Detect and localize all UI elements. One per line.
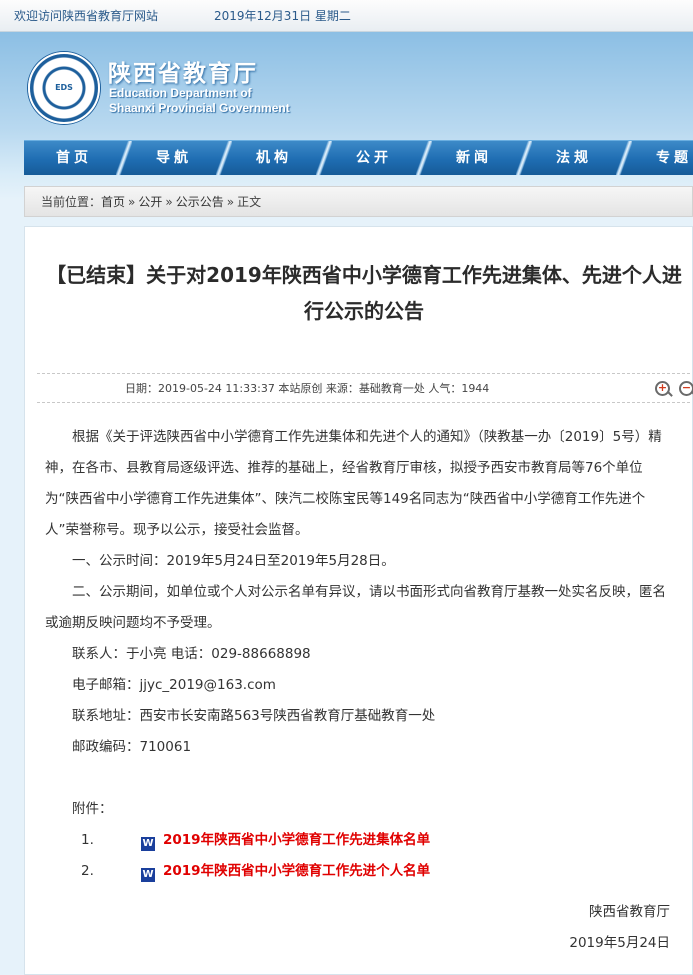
nav-item-guide[interactable]: 导航 (124, 141, 232, 175)
word-document-icon: W (141, 868, 155, 882)
breadcrumb-public[interactable]: 公开 (138, 187, 162, 217)
top-bar: 欢迎访问陕西省教育厅网站 2019年12月31日 星期二 (0, 0, 693, 32)
breadcrumb-prefix: 当前位置： (41, 195, 102, 209)
current-date: 2019年12月31日 星期二 (214, 9, 351, 23)
article-body: 根据《关于评选陕西省中小学德育工作先进集体和先进个人的通知》（陕教基一办〔201… (45, 422, 675, 887)
attachment-link[interactable]: 2019年陕西省中小学德育工作先进集体名单 (163, 832, 430, 848)
site-title-en-line1: Education Department of (109, 86, 252, 100)
breadcrumb-separator: » (165, 195, 173, 209)
nav-item-news[interactable]: 新闻 (424, 141, 532, 175)
site-title-en-line2: Shaanxi Provincial Government (109, 101, 290, 115)
attachment-link[interactable]: 2019年陕西省中小学德育工作先进个人名单 (163, 863, 430, 879)
article-meta-info: 日期：2019-05-24 11:33:37 本站原创 来源：基础教育一处 人气… (125, 382, 490, 395)
attachment-item: 1. W 2019年陕西省中小学德育工作先进集体名单 (45, 825, 675, 856)
body-paragraph: 根据《关于评选陕西省中小学德育工作先进集体和先进个人的通知》（陕教基一办〔201… (45, 429, 662, 538)
contact-person: 联系人：于小亮 电话：029-88668898 (72, 646, 311, 662)
breadcrumb-home[interactable]: 首页 (101, 187, 125, 217)
site-header: EDS 陕西省教育厅 Education Department of Shaan… (0, 32, 693, 138)
contact-address: 联系地址：西安市长安南路563号陕西省教育厅基础教育一处 (72, 708, 436, 724)
site-title-cn[interactable]: 陕西省教育厅 (108, 54, 258, 88)
body-paragraph: 二、公示期间，如单位或个人对公示名单有异议，请以书面形式向省教育厅基教一处实名反… (45, 584, 666, 631)
welcome-text: 欢迎访问陕西省教育厅网站 (14, 9, 159, 23)
postal-code: 邮政编码：710061 (72, 739, 192, 755)
nav-item-public[interactable]: 公开 (324, 141, 432, 175)
nav-item-regulations[interactable]: 法规 (524, 141, 632, 175)
attachment-list: 1. W 2019年陕西省中小学德育工作先进集体名单 2. W 2019年陕西省中小学德… (45, 825, 675, 887)
article-panel: 【已结束】关于对2019年陕西省中小学德育工作先进集体、先进个人进行公示的公告 … (24, 226, 693, 975)
nav-item-topics[interactable]: 专题 (624, 141, 693, 175)
breadcrumb-announcements[interactable]: 公示公告 (176, 187, 224, 217)
contact-email: 电子邮箱：jjyc_2019@163.com (72, 677, 276, 693)
attachment-number: 2. (81, 863, 94, 879)
article-title: 【已结束】关于对2019年陕西省中小学德育工作先进集体、先进个人进行公示的公告 (46, 263, 682, 323)
signature-org: 陕西省教育厅 (589, 904, 670, 920)
attachment-label: 附件： (72, 801, 113, 817)
body-paragraph: 一、公示时间：2019年5月24日至2019年5月28日。 (72, 553, 395, 569)
signature-date: 2019年5月24日 (569, 935, 670, 951)
nav-item-home[interactable]: 首页 (24, 141, 132, 175)
emblem-text: EDS (55, 83, 73, 92)
breadcrumb-separator: » (128, 195, 136, 209)
zoom-out-icon[interactable]: − (679, 381, 693, 396)
zoom-in-icon[interactable]: + (655, 381, 670, 396)
attachment-item: 2. W 2019年陕西省中小学德育工作先进个人名单 (45, 856, 675, 887)
attachment-number: 1. (81, 832, 94, 848)
article-meta-bar: 日期：2019-05-24 11:33:37 本站原创 来源：基础教育一处 人气… (37, 373, 693, 403)
breadcrumb-separator: » (226, 195, 235, 209)
word-document-icon: W (141, 837, 155, 851)
nav-item-organization[interactable]: 机构 (224, 141, 332, 175)
breadcrumb-current: 正文 (237, 195, 262, 209)
main-nav: 首页 导航 机构 公开 新闻 法规 专题 (24, 140, 693, 175)
department-emblem-logo[interactable]: EDS (28, 52, 100, 124)
signature-block: 陕西省教育厅 2019年5月24日 (569, 897, 670, 959)
breadcrumb: 当前位置：首页» 公开» 公示公告» 正文 (24, 186, 693, 217)
